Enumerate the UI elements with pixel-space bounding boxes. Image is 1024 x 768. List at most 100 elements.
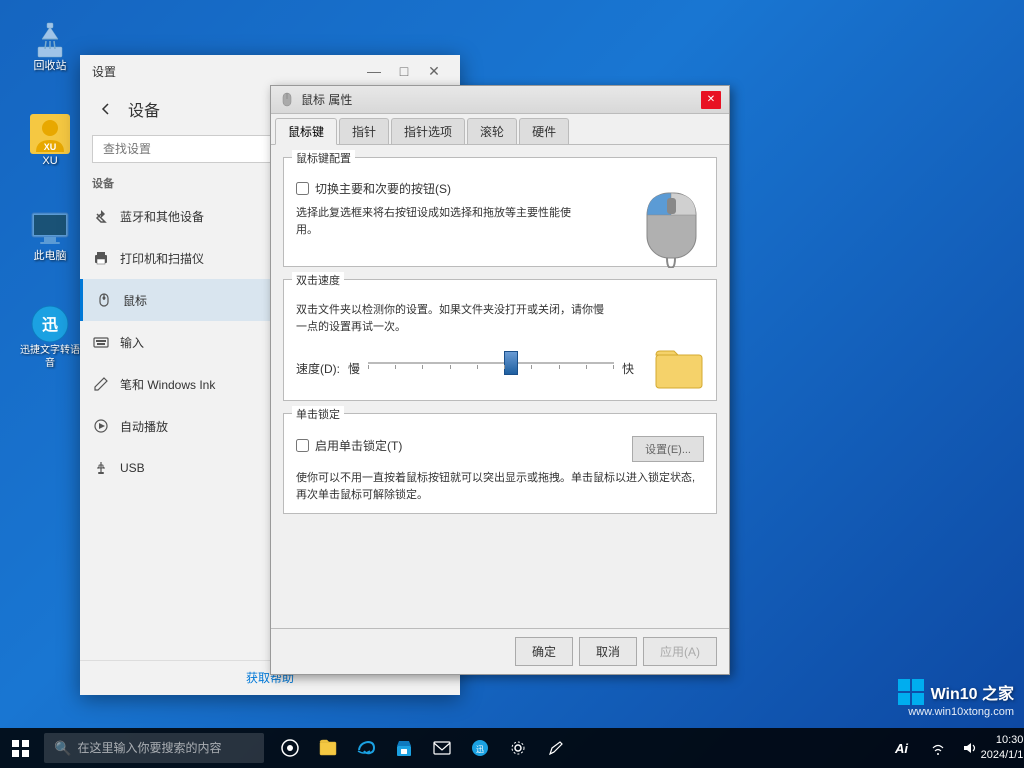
window-controls: — □ ✕: [360, 57, 448, 85]
file-explorer-button[interactable]: [310, 730, 346, 766]
speed-thumb[interactable]: [504, 351, 518, 375]
close-button[interactable]: ✕: [420, 57, 448, 85]
watermark: Win10 之家 www.win10xtong.com: [897, 678, 1014, 718]
printer-icon: [92, 249, 110, 267]
single-click-lock-checkbox[interactable]: [296, 439, 309, 452]
tab-pointers[interactable]: 指针: [339, 118, 389, 144]
recycle-bin-label: 回收站: [34, 59, 67, 73]
win-cell-1: [12, 740, 19, 747]
keyboard-icon: [92, 333, 110, 351]
watermark-url: www.win10xtong.com: [897, 706, 1014, 718]
double-click-section: 双击速度 双击文件夹以检测你的设置。如果文件夹没打开或关闭，请你慢一点的设置再试…: [283, 279, 717, 401]
task-view-icon: [280, 738, 300, 758]
desktop-icon-computer[interactable]: 此电脑: [15, 205, 85, 267]
double-click-title: 双击速度: [292, 272, 344, 288]
mail-button[interactable]: [424, 730, 460, 766]
start-button[interactable]: [0, 728, 40, 768]
tick-5: [477, 365, 478, 369]
computer-icon-label: 此电脑: [34, 249, 67, 263]
search-icon: 🔍: [54, 740, 71, 757]
lock-settings-button[interactable]: 设置(E)...: [632, 436, 704, 462]
speed-container: 速度(D): 慢: [296, 345, 704, 390]
watermark-title: Win10 之家: [931, 680, 1014, 704]
back-arrow-icon: [98, 101, 114, 117]
edge-icon: [356, 738, 376, 758]
tab-pointer-options[interactable]: 指针选项: [391, 118, 465, 144]
speed-ticks: [368, 365, 614, 369]
edge-button[interactable]: [348, 730, 384, 766]
ok-button[interactable]: 确定: [515, 637, 573, 666]
autoplay-icon: [92, 417, 110, 435]
sidebar-item-input-label: 输入: [120, 334, 144, 351]
switch-buttons-label[interactable]: 切换主要和次要的按钮(S): [315, 180, 451, 197]
svg-text:XU: XU: [44, 142, 57, 152]
lock-row: 启用单击锁定(T) 设置(E)...: [296, 436, 704, 462]
sidebar-item-bluetooth-label: 蓝牙和其他设备: [120, 208, 204, 225]
single-click-lock-section: 单击锁定 启用单击锁定(T) 设置(E)... 使你可以不用一直按着鼠标按钮就可…: [283, 413, 717, 514]
tick-2: [395, 365, 396, 369]
clock-tray[interactable]: 10:30 2024/1/1: [988, 730, 1016, 766]
back-button[interactable]: [92, 95, 120, 123]
clock-time: 10:30: [981, 733, 1024, 748]
network-icon[interactable]: [924, 730, 952, 766]
search-input[interactable]: [77, 741, 254, 755]
win-row-gap: [12, 748, 29, 749]
dialog-content: 鼠标键配置 切换主要和次要的按钮(S) 选择此复选框来将右按钮设成如选择和拖放等…: [271, 145, 729, 628]
pen-taskbar-icon: [546, 738, 566, 758]
settings-titlebar: 设置 — □ ✕: [80, 55, 460, 87]
single-click-lock-label[interactable]: 启用单击锁定(T): [315, 437, 402, 454]
app-quick-button[interactable]: 迅: [462, 730, 498, 766]
maximize-button[interactable]: □: [390, 57, 418, 85]
mouse-properties-dialog: 鼠标 属性 ✕ 鼠标键 指针 指针选项 滚轮 硬件 鼠标键配置 切换主要和次要的…: [270, 85, 730, 675]
taskbar-search[interactable]: 🔍: [44, 733, 264, 763]
button-config-title: 鼠标键配置: [292, 150, 355, 166]
network-tray-icon: [930, 740, 946, 756]
clock-date: 2024/1/1: [981, 748, 1024, 763]
mouse-dialog-icon: [279, 92, 295, 108]
pen-button[interactable]: [538, 730, 574, 766]
computer-icon: [30, 209, 70, 249]
cancel-button[interactable]: 取消: [579, 637, 637, 666]
tick-3: [422, 365, 423, 369]
svg-text:迅: 迅: [476, 745, 484, 754]
tab-buttons[interactable]: 鼠标键: [275, 118, 337, 145]
dialog-tabs: 鼠标键 指针 指针选项 滚轮 硬件: [271, 114, 729, 145]
settings-tray-button[interactable]: [500, 730, 536, 766]
speed-track-line: [368, 362, 614, 364]
settings-window-title: 设置: [92, 63, 116, 80]
store-button[interactable]: [386, 730, 422, 766]
tab-scroll[interactable]: 滚轮: [467, 118, 517, 144]
desktop-icon-app[interactable]: 迅 迅捷文字转语音: [15, 300, 85, 374]
dialog-close-button[interactable]: ✕: [701, 91, 721, 109]
app-icon: 迅: [30, 304, 70, 344]
speed-slider-container: [368, 353, 614, 383]
folder-preview: [654, 345, 704, 390]
tick-4: [450, 365, 451, 369]
tab-hardware[interactable]: 硬件: [519, 118, 569, 144]
mail-icon: [432, 738, 452, 758]
desktop-icon-user[interactable]: XU XU: [15, 110, 85, 172]
apply-button[interactable]: 应用(A): [643, 637, 717, 666]
minimize-button[interactable]: —: [360, 57, 388, 85]
taskbar-clock-text: 10:30 2024/1/1: [973, 733, 1024, 764]
ai-button[interactable]: Ai: [887, 730, 916, 766]
mouse-image: [639, 178, 704, 273]
fast-label: 快: [622, 360, 634, 377]
desktop-icon-recycle[interactable]: 回收站: [15, 15, 85, 77]
svg-text:迅: 迅: [42, 316, 58, 334]
dialog-title-text: 鼠标 属性: [301, 91, 352, 108]
win-gap: [20, 740, 21, 747]
tick-1: [368, 365, 369, 369]
switch-buttons-checkbox[interactable]: [296, 182, 309, 195]
task-view-button[interactable]: [272, 730, 308, 766]
win-cell-4: [22, 750, 29, 757]
win-cell-2: [22, 740, 29, 747]
win-cell-3: [12, 750, 19, 757]
watermark-logo: Win10 之家: [897, 678, 1014, 706]
sidebar-item-pen-label: 笔和 Windows Ink: [120, 376, 215, 393]
windows-logo-icon: [897, 678, 925, 706]
mouse-illustration: [639, 178, 704, 268]
button-config-desc: 选择此复选框来将右按钮设成如选择和拖放等主要性能使用。: [296, 205, 576, 238]
lock-checkbox-row: 启用单击锁定(T): [296, 437, 402, 454]
mouse-menu-icon: [95, 291, 113, 309]
